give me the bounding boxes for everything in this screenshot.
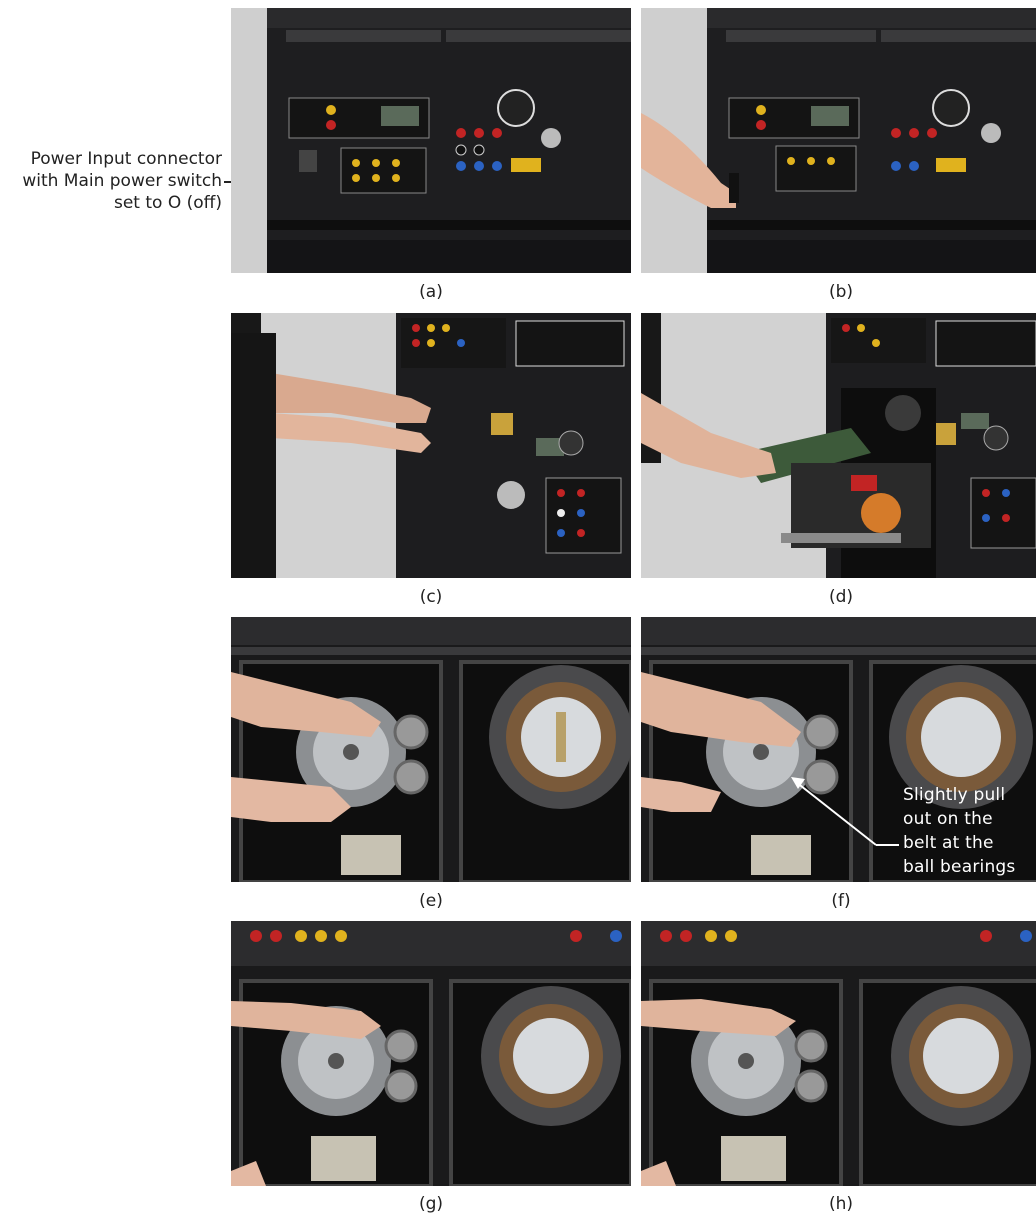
panel-label: (e) [419, 891, 443, 911]
callout-line: set to O (off) [113, 193, 222, 213]
photo-panel-c [231, 313, 631, 578]
panel-label: (b) [828, 282, 854, 302]
callout-line: with Main power switch [22, 171, 222, 191]
callout-line: ball bearings [903, 857, 1016, 877]
panel-label: (h) [828, 1194, 854, 1214]
callout-line: out on the [903, 809, 993, 829]
power-input-callout: Power Input connector with Main power sw… [6, 148, 222, 214]
panel-label: (d) [828, 587, 854, 607]
photo-panel-h [641, 921, 1036, 1186]
panel-label: (a) [419, 282, 443, 302]
callout-line: Slightly pull [903, 785, 1006, 805]
callout-line: Power Input connector [30, 149, 222, 169]
panel-label: (g) [418, 1194, 444, 1214]
photo-panel-e [231, 617, 631, 882]
belt-instruction-callout: Slightly pull out on the belt at the bal… [903, 783, 1015, 879]
photo-panel-g [231, 921, 631, 1186]
photo-panel-d [641, 313, 1036, 578]
photo-panel-a [231, 8, 631, 273]
callout-line: belt at the [903, 833, 994, 853]
photo-panel-b [641, 8, 1036, 273]
panel-label: (f) [831, 891, 851, 911]
panel-label: (c) [419, 587, 443, 607]
